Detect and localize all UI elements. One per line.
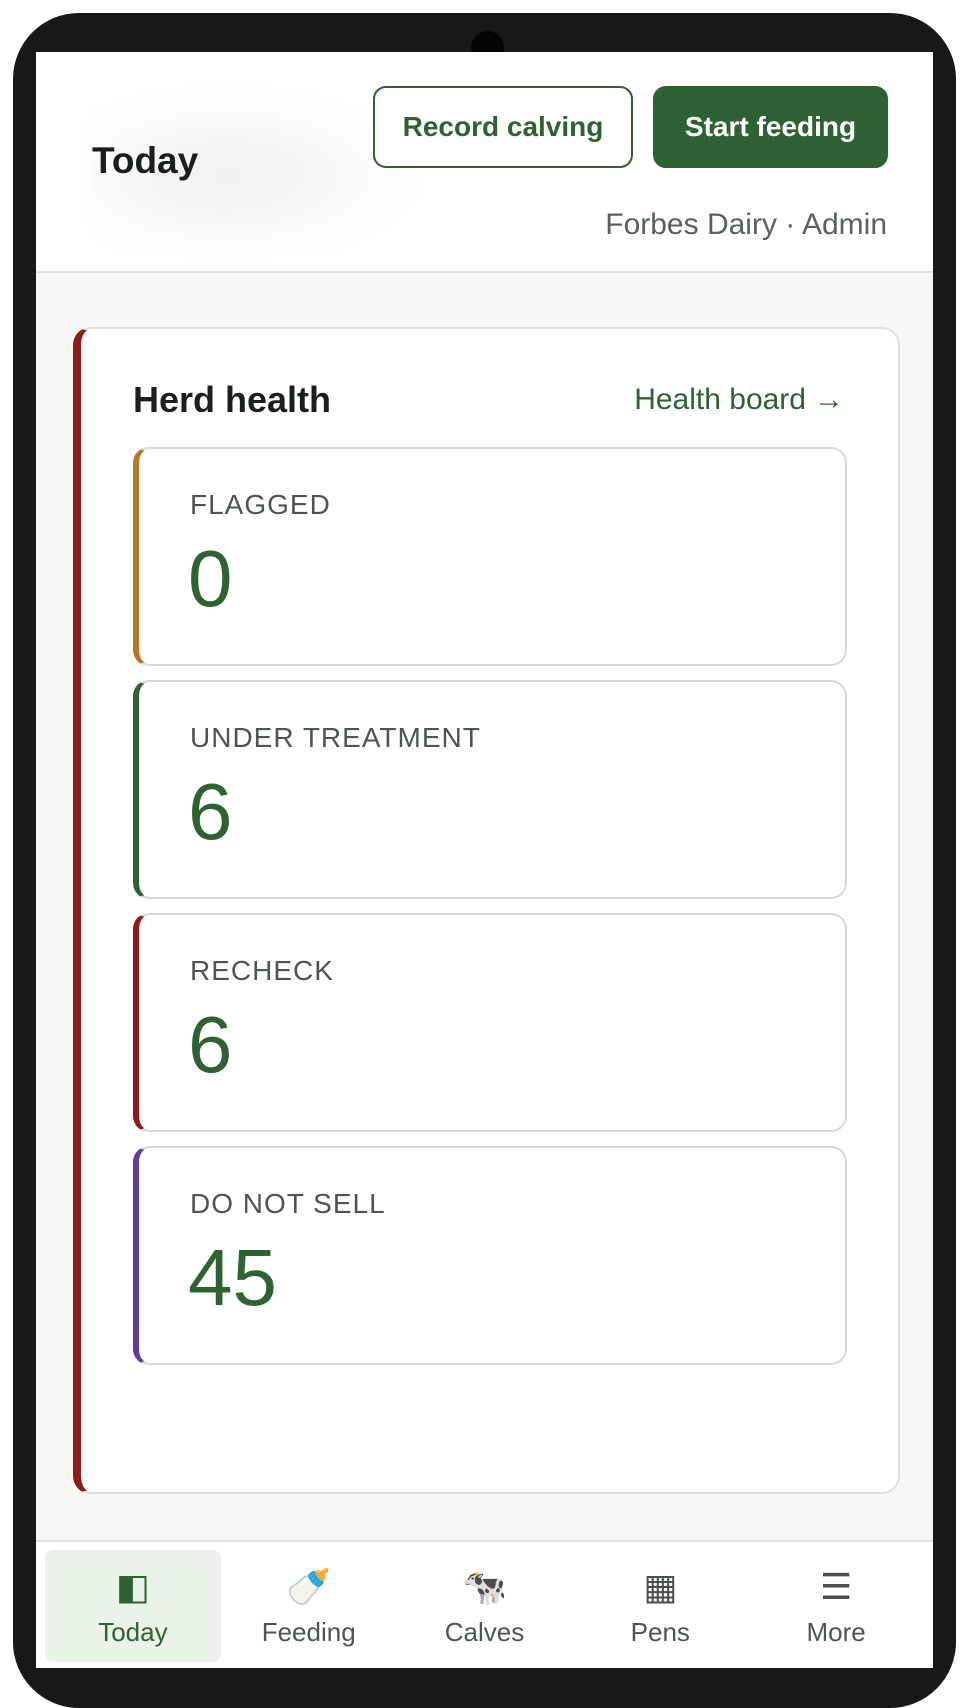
nav-item-calves[interactable]: 🐄 Calves <box>397 1550 573 1662</box>
health-board-link[interactable]: Health board → <box>634 383 844 417</box>
health-board-link-label: Health board <box>634 383 806 416</box>
nav-item-today[interactable]: ◧ Today <box>45 1550 221 1662</box>
herd-health-card: Herd health Health board → FLAGGED 0 UND… <box>73 327 900 1494</box>
app-screen: Today Record calving Start feeding Forbe… <box>36 52 933 1668</box>
stat-card-under-treatment[interactable]: UNDER TREATMENT 6 <box>133 680 847 899</box>
nav-item-label: Today <box>98 1616 168 1647</box>
stat-card-do-not-sell[interactable]: DO NOT SELL 45 <box>133 1146 847 1365</box>
stat-label: UNDER TREATMENT <box>190 722 481 753</box>
stat-card-recheck[interactable]: RECHECK 6 <box>133 913 847 1132</box>
stat-value: 45 <box>188 1233 277 1322</box>
stat-label: RECHECK <box>190 955 334 986</box>
nav-item-label: Calves <box>444 1616 525 1647</box>
arrow-right-icon: → <box>814 383 844 416</box>
org-user-label: Forbes Dairy · Admin <box>605 208 887 241</box>
app-header: Today Record calving Start feeding Forbe… <box>36 52 933 273</box>
baby-bottle-icon: 🍼 <box>286 1565 332 1607</box>
stat-label: FLAGGED <box>190 489 331 520</box>
menu-icon: ☰ <box>819 1565 853 1607</box>
bottom-nav: ◧ Today 🍼 Feeding 🐄 Calves ▦ Pens ☰ More <box>36 1540 933 1668</box>
stat-value: 0 <box>188 534 233 623</box>
device-frame: Today Record calving Start feeding Forbe… <box>13 13 956 1708</box>
cow-icon: 🐄 <box>462 1565 507 1607</box>
stat-value: 6 <box>188 1000 233 1089</box>
herd-health-title: Herd health <box>133 379 332 420</box>
start-feeding-button[interactable]: Start feeding <box>653 86 888 168</box>
nav-item-pens[interactable]: ▦ Pens <box>572 1550 748 1662</box>
nav-item-more[interactable]: ☰ More <box>748 1550 924 1662</box>
record-calving-button[interactable]: Record calving <box>373 86 633 168</box>
nav-item-label: Feeding <box>261 1616 356 1647</box>
stat-card-flagged[interactable]: FLAGGED 0 <box>133 447 847 666</box>
nav-item-feeding[interactable]: 🍼 Feeding <box>221 1550 397 1662</box>
page-title: Today <box>92 140 199 181</box>
stat-label: DO NOT SELL <box>190 1188 386 1219</box>
nav-item-label: More <box>806 1616 866 1647</box>
stat-value: 6 <box>188 767 233 856</box>
grid-icon: ▦ <box>643 1565 678 1607</box>
nav-item-label: Pens <box>630 1616 690 1647</box>
panel-icon: ◧ <box>115 1565 150 1607</box>
